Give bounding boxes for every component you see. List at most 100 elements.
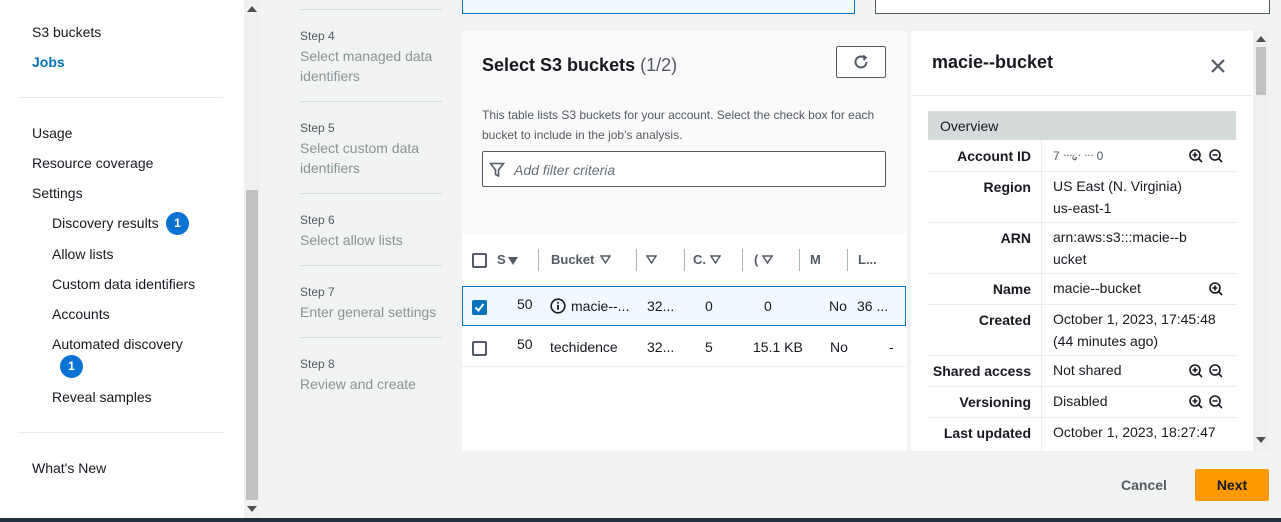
table-cell: 32... bbox=[647, 339, 675, 355]
column-header-l[interactable]: L... bbox=[858, 252, 877, 267]
top-input-field[interactable] bbox=[462, 0, 855, 14]
filter-input[interactable]: Add filter criteria bbox=[482, 151, 886, 187]
step-link-custom-data-identifiers[interactable]: Select custom data identifiers bbox=[300, 138, 445, 178]
step-divider bbox=[300, 101, 442, 102]
top-input-field[interactable] bbox=[875, 0, 1270, 14]
column-header-s[interactable]: S bbox=[497, 252, 518, 267]
overview-section-header: Overview bbox=[928, 111, 1236, 140]
cancel-button[interactable]: Cancel bbox=[1108, 470, 1180, 501]
sidebar-item-automated-discovery[interactable]: Automated discovery bbox=[52, 336, 183, 352]
filter-placeholder: Add filter criteria bbox=[514, 162, 616, 178]
scroll-up-icon[interactable] bbox=[1256, 36, 1266, 42]
column-header-size[interactable]: ( bbox=[754, 252, 774, 267]
field-label: Versioning bbox=[959, 394, 1031, 410]
sort-icon bbox=[761, 255, 774, 265]
step-divider bbox=[300, 337, 442, 338]
column-separator[interactable] bbox=[538, 249, 539, 271]
sidebar-item-discovery-results[interactable]: Discovery results bbox=[52, 215, 159, 231]
table-cell: 50 bbox=[517, 296, 533, 312]
field-label: Account ID bbox=[957, 148, 1031, 164]
sidebar-item-usage[interactable]: Usage bbox=[32, 125, 72, 141]
step-divider bbox=[300, 9, 442, 10]
bottom-bar bbox=[0, 518, 1281, 522]
notification-badge: 1 bbox=[60, 355, 83, 378]
column-separator[interactable] bbox=[847, 249, 848, 271]
field-label: ARN bbox=[1000, 230, 1031, 246]
field-divider bbox=[928, 304, 1236, 305]
column-separator[interactable] bbox=[799, 249, 800, 271]
table-cell: No bbox=[829, 298, 847, 314]
sidebar-item-reveal-samples[interactable]: Reveal samples bbox=[52, 389, 152, 405]
sidebar-item-settings[interactable]: Settings bbox=[32, 185, 83, 201]
sidebar-item-s3-buckets[interactable]: S3 buckets bbox=[32, 24, 101, 40]
field-value: Disabled bbox=[1053, 393, 1108, 409]
row-checkbox[interactable] bbox=[472, 341, 487, 356]
field-value: Not shared bbox=[1053, 362, 1122, 378]
scroll-down-icon[interactable] bbox=[1256, 437, 1266, 443]
sidebar-item-resource-coverage[interactable]: Resource coverage bbox=[32, 155, 153, 171]
sidebar-scrollbar[interactable] bbox=[244, 0, 260, 518]
info-icon[interactable] bbox=[550, 298, 566, 314]
zoom-in-icon[interactable] bbox=[1208, 281, 1224, 297]
field-value: macie--bucket bbox=[1053, 280, 1141, 296]
table-cell: 5 bbox=[705, 339, 713, 355]
step-number: Step 6 bbox=[300, 213, 335, 227]
details-scrollbar[interactable] bbox=[1253, 31, 1269, 451]
column-header-m[interactable]: M bbox=[810, 252, 821, 267]
step-link-general-settings[interactable]: Enter general settings bbox=[300, 302, 445, 322]
step-link-allow-lists[interactable]: Select allow lists bbox=[300, 230, 445, 250]
filter-icon bbox=[489, 162, 505, 178]
notification-badge: 1 bbox=[166, 212, 189, 235]
sidebar-divider bbox=[18, 432, 223, 433]
table-cell: 0 bbox=[764, 298, 772, 314]
step-number: Step 8 bbox=[300, 357, 335, 371]
step-link-review-and-create[interactable]: Review and create bbox=[300, 374, 445, 394]
field-label: Shared access bbox=[932, 363, 1031, 379]
sidebar-item-whats-new[interactable]: What's New bbox=[32, 460, 106, 476]
step-number: Step 7 bbox=[300, 285, 335, 299]
refresh-icon bbox=[854, 54, 868, 69]
panel-description: This table lists S3 buckets for your acc… bbox=[482, 108, 875, 142]
scroll-up-icon[interactable] bbox=[247, 6, 257, 12]
field-value: 7 ᐧᐧᐧ᥀ᐧ ᐧᐧᐧ 0 bbox=[1053, 149, 1104, 163]
column-separator[interactable] bbox=[636, 249, 637, 271]
sort-icon bbox=[709, 255, 721, 265]
row-divider bbox=[462, 366, 906, 367]
column-header-bucket[interactable]: Bucket bbox=[551, 252, 612, 267]
scrollbar-thumb[interactable] bbox=[246, 190, 258, 500]
step-number: Step 4 bbox=[300, 29, 335, 43]
sidebar-item-accounts[interactable]: Accounts bbox=[52, 306, 110, 322]
scrollbar-thumb[interactable] bbox=[1256, 47, 1266, 95]
select-all-checkbox[interactable] bbox=[472, 253, 487, 268]
sidebar-item-allow-lists[interactable]: Allow lists bbox=[52, 246, 113, 262]
column-header-c[interactable]: C. bbox=[693, 252, 721, 267]
field-divider bbox=[928, 355, 1236, 356]
scroll-down-icon[interactable] bbox=[247, 506, 257, 512]
sidebar-item-custom-data-identifiers[interactable]: Custom data identifiers bbox=[52, 276, 195, 292]
zoom-icons[interactable] bbox=[1188, 363, 1224, 379]
sort-icon bbox=[599, 255, 612, 265]
field-divider bbox=[928, 417, 1236, 418]
field-label: Last updated bbox=[943, 425, 1031, 441]
next-button[interactable]: Next bbox=[1195, 469, 1269, 501]
field-label: Name bbox=[992, 281, 1031, 297]
field-label: Region bbox=[983, 179, 1031, 195]
close-icon[interactable] bbox=[1208, 56, 1228, 76]
table-cell: 15.1 KB bbox=[753, 339, 803, 355]
row-checkbox[interactable] bbox=[472, 300, 487, 315]
column-header-unnamed[interactable] bbox=[645, 252, 658, 267]
step-link-managed-data-identifiers[interactable]: Select managed data identifiers bbox=[300, 46, 445, 86]
section-title: Overview bbox=[940, 118, 999, 134]
column-separator[interactable] bbox=[684, 249, 685, 271]
table-cell: 50 bbox=[517, 336, 533, 352]
column-separator[interactable] bbox=[742, 249, 743, 271]
sidebar-item-jobs[interactable]: Jobs bbox=[32, 54, 65, 70]
selection-count: (1/2) bbox=[640, 55, 678, 75]
panel-title: Select S3 buckets (1/2) bbox=[482, 55, 677, 76]
zoom-icons[interactable] bbox=[1188, 394, 1224, 410]
zoom-icons[interactable] bbox=[1188, 148, 1224, 164]
sort-icon bbox=[645, 255, 658, 265]
table-cell: - bbox=[889, 339, 894, 355]
sidebar: S3 buckets Jobs Usage Resource coverage … bbox=[0, 0, 244, 518]
refresh-button[interactable] bbox=[836, 46, 886, 78]
